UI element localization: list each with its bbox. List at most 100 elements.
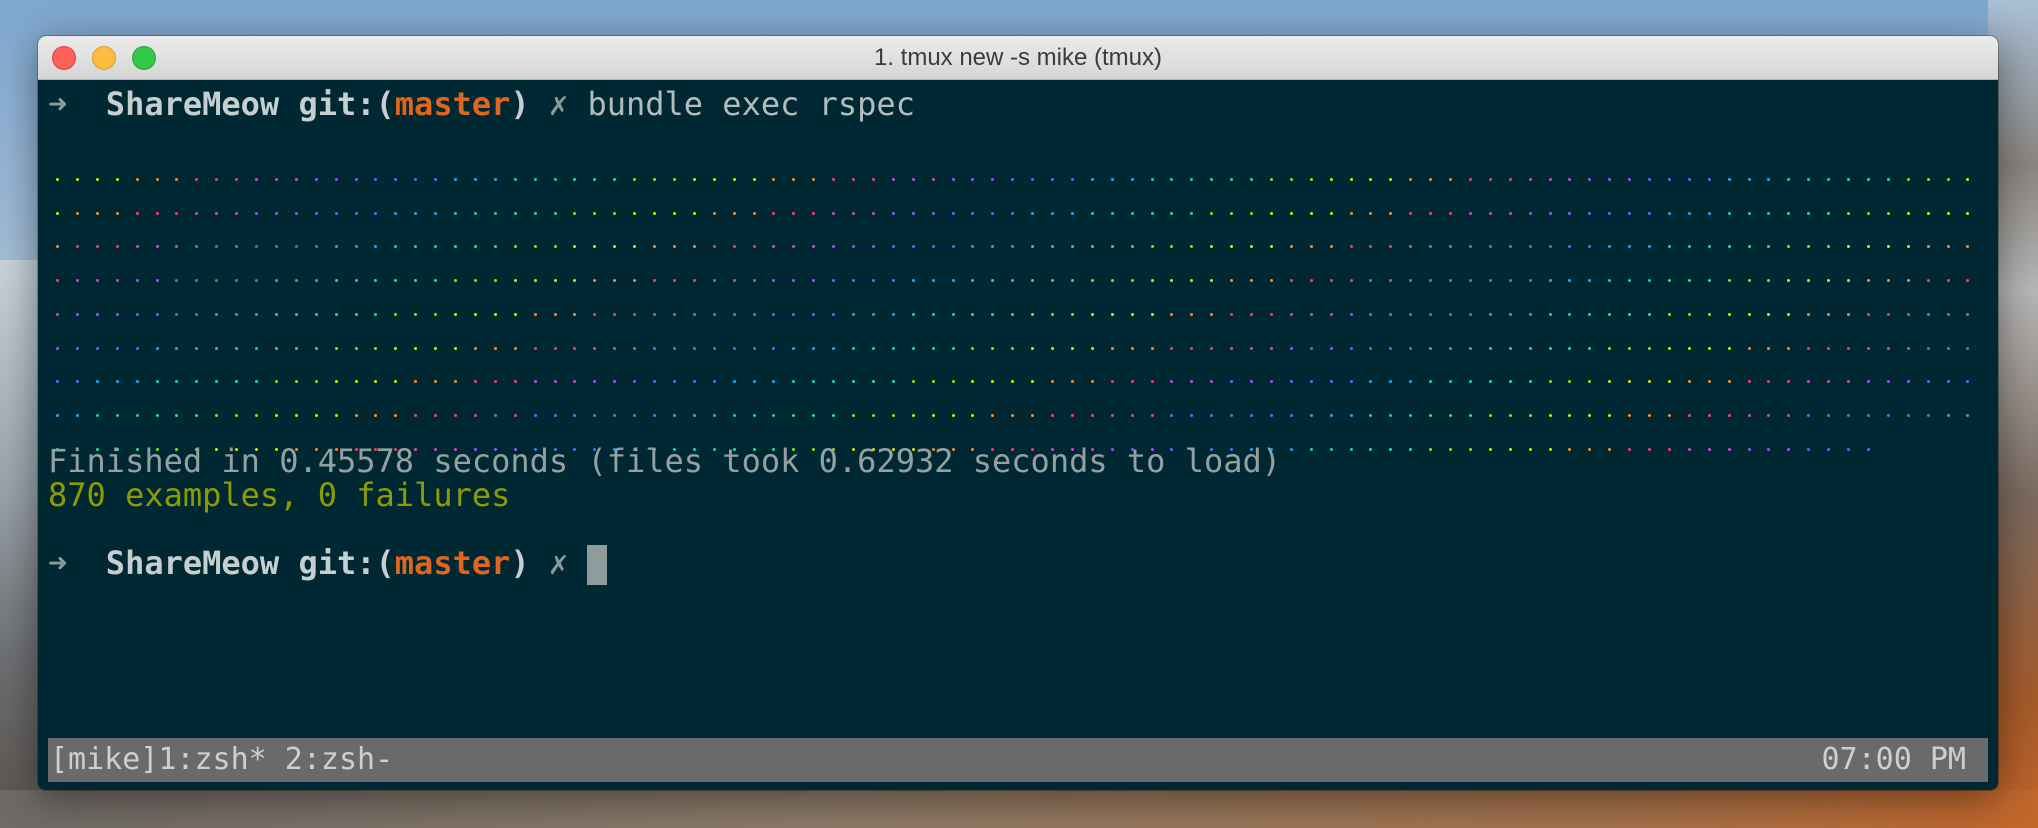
progress-dot <box>1210 211 1214 215</box>
progress-dot <box>1110 312 1114 316</box>
progress-dot <box>1747 279 1751 283</box>
progress-dot <box>1488 245 1492 249</box>
progress-dot <box>56 413 59 417</box>
progress-dot <box>1210 245 1214 249</box>
progress-dot <box>215 380 219 384</box>
progress-dot <box>1289 211 1293 215</box>
progress-dot <box>1866 245 1870 249</box>
progress-dot <box>1628 380 1632 384</box>
progress-dot <box>871 211 875 215</box>
progress-dot <box>593 413 597 417</box>
progress-dot <box>414 312 418 316</box>
progress-dot <box>1727 346 1731 350</box>
progress-dot <box>1070 413 1074 417</box>
progress-dot <box>274 245 278 249</box>
progress-dot <box>1966 245 1970 249</box>
progress-dot <box>1707 346 1711 350</box>
progress-dot <box>314 178 318 181</box>
progress-dot <box>1767 178 1771 181</box>
progress-dot <box>1508 178 1512 181</box>
progress-dot <box>1090 380 1094 384</box>
progress-dot <box>255 245 258 249</box>
progress-dot <box>414 245 418 249</box>
progress-dot <box>1926 245 1930 249</box>
progress-dot <box>613 312 617 316</box>
progress-dot <box>971 346 975 350</box>
progress-dot <box>911 245 915 249</box>
progress-dot <box>1409 413 1413 417</box>
tmux-window-list[interactable]: [mike]1:zsh* 2:zsh- <box>50 738 393 782</box>
progress-dot <box>752 413 756 417</box>
window-titlebar[interactable]: 1. tmux new -s mike (tmux) <box>38 36 1998 80</box>
progress-dot <box>394 346 398 350</box>
progress-dot <box>1687 178 1691 181</box>
progress-dot <box>1329 211 1333 215</box>
progress-dot <box>1070 380 1074 384</box>
progress-dot <box>712 312 716 316</box>
progress-dot <box>294 211 298 215</box>
progress-dot <box>891 312 895 316</box>
progress-dot <box>672 279 676 283</box>
progress-dot <box>613 245 617 249</box>
progress-dot <box>1449 312 1452 316</box>
progress-dot <box>1827 380 1831 384</box>
progress-dot <box>1727 312 1731 316</box>
progress-dot <box>195 245 199 249</box>
progress-dot <box>533 279 537 283</box>
progress-dot <box>1070 346 1074 350</box>
progress-dot <box>473 279 477 283</box>
progress-dot <box>752 312 756 316</box>
progress-dot <box>1548 312 1552 316</box>
progress-dot <box>1926 312 1930 316</box>
progress-dot <box>1648 279 1651 283</box>
progress-dot <box>732 312 736 316</box>
progress-dot <box>1827 178 1831 181</box>
progress-dot <box>633 413 637 417</box>
progress-dot <box>274 346 278 350</box>
progress-dot <box>792 211 796 215</box>
progress-dot <box>1250 279 1253 283</box>
progress-dot <box>493 413 497 417</box>
progress-dot <box>1847 178 1850 181</box>
terminal-cursor[interactable] <box>587 545 608 585</box>
progress-dot <box>75 245 79 249</box>
progress-dot <box>1051 380 1054 384</box>
progress-dot <box>1687 380 1691 384</box>
progress-dot <box>95 380 99 384</box>
progress-dot <box>1946 279 1950 283</box>
progress-dot <box>115 178 119 181</box>
progress-dot <box>1787 413 1791 417</box>
progress-dot <box>394 211 398 215</box>
progress-dot <box>1090 178 1094 181</box>
progress-dot <box>493 211 497 215</box>
progress-dot <box>1648 413 1651 417</box>
progress-dot <box>792 413 796 417</box>
progress-dot <box>1289 447 1293 451</box>
progress-dot <box>991 346 995 350</box>
progress-dot <box>1190 312 1194 316</box>
progress-dot <box>1707 211 1711 215</box>
progress-dot <box>195 312 199 316</box>
progress-dot <box>752 380 756 384</box>
progress-dot <box>1827 447 1831 451</box>
progress-dot <box>274 279 278 283</box>
progress-dot <box>1747 380 1751 384</box>
progress-dot <box>1130 380 1134 384</box>
progress-dot <box>911 279 915 283</box>
progress-dot <box>593 380 597 384</box>
progress-dot <box>334 413 338 417</box>
progress-dot <box>1528 312 1532 316</box>
progress-dot <box>931 245 935 249</box>
progress-dot <box>1488 178 1492 181</box>
progress-dot <box>1568 178 1572 181</box>
prompt-arrow-icon: ➜ <box>48 85 68 123</box>
progress-dot <box>1946 211 1950 215</box>
terminal-content[interactable]: ➜ ShareMeow git:(master) ✗ bundle exec r… <box>38 80 1998 790</box>
progress-dot <box>1648 178 1651 181</box>
progress-dot <box>573 413 577 417</box>
progress-dot <box>434 245 438 249</box>
progress-dot <box>951 211 955 215</box>
progress-dot <box>792 178 796 181</box>
progress-dot <box>115 413 119 417</box>
progress-dot <box>1588 447 1592 451</box>
